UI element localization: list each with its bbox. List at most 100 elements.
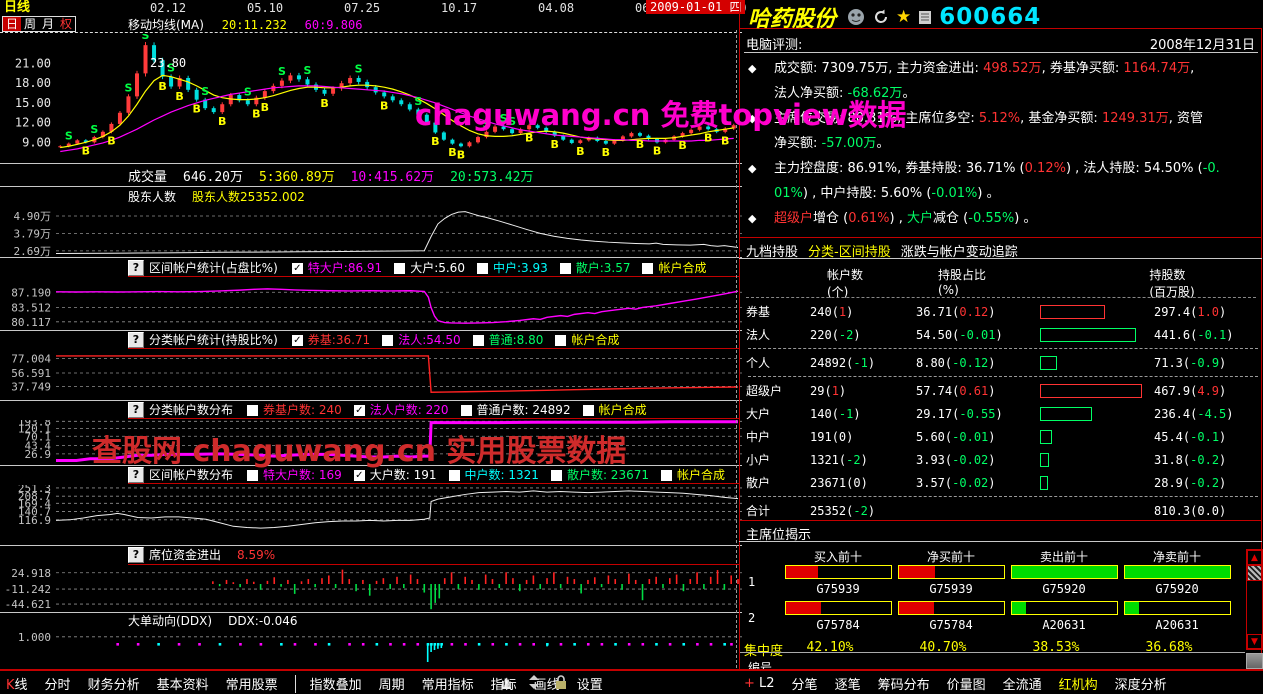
resize-corner[interactable] xyxy=(1246,653,1263,669)
lock-icon[interactable] xyxy=(554,674,568,690)
watermark-topview: chaguwang.cn 免费topview数据 xyxy=(415,98,907,132)
legend-label: 法人户数: 220 xyxy=(369,402,449,417)
menu-item-+ L2[interactable]: + L2 xyxy=(744,676,775,691)
seat-bar xyxy=(1011,565,1118,579)
text-segment: 价量图 xyxy=(946,678,986,693)
refresh-icon[interactable] xyxy=(872,8,890,26)
menu-item-红机构[interactable]: 红机构 xyxy=(1059,674,1098,693)
text-segment: ) xyxy=(846,429,854,444)
hand-tool-icon[interactable] xyxy=(498,674,514,690)
checkbox[interactable] xyxy=(247,469,259,481)
volume-readout-item: 5:360.89万 xyxy=(258,170,335,185)
text-segment: 。 xyxy=(876,136,890,151)
menu-item-深度分析[interactable]: 深度分析 xyxy=(1115,674,1167,693)
menu-item-逐笔[interactable]: 逐笔 xyxy=(835,674,861,693)
menu-item-全流通[interactable]: 全流通 xyxy=(1003,674,1042,693)
document-icon[interactable] xyxy=(917,8,933,26)
menu-item-筹码分布[interactable]: 筹码分布 xyxy=(878,674,930,693)
seat-bar xyxy=(1124,565,1231,579)
help-icon[interactable]: ? xyxy=(128,332,144,348)
checkbox[interactable] xyxy=(476,262,488,274)
text-segment: -0.01 xyxy=(959,327,996,342)
seat-code: G75784 xyxy=(929,618,973,632)
menu-item-设置[interactable]: 设置 xyxy=(577,674,603,693)
legend-label: 股东人数25352.002 xyxy=(192,190,305,204)
text-segment: 140 xyxy=(810,406,832,421)
opera-mask-icon[interactable] xyxy=(846,7,866,27)
text-segment: 分笔 xyxy=(791,678,818,693)
checkbox[interactable] xyxy=(642,262,654,274)
menu-item-价量图[interactable]: 价量图 xyxy=(947,674,986,693)
checkbox[interactable] xyxy=(661,469,672,481)
menu-item-周期[interactable]: 周期 xyxy=(379,674,405,693)
text-segment: -0.2 xyxy=(1190,475,1220,490)
checkbox[interactable] xyxy=(448,469,460,481)
text-segment: 减仓 ( xyxy=(933,211,969,226)
holder-row-散户: 散户 23671(0) 3.57(-0.02) 28.9(-0.2) xyxy=(746,471,1258,494)
text-segment: 指数叠加 xyxy=(309,678,362,693)
checkbox-checked[interactable]: ✓ xyxy=(291,262,303,274)
text-segment: -0. xyxy=(1202,161,1220,176)
row-divider xyxy=(748,348,1258,349)
checkbox[interactable] xyxy=(382,334,394,346)
svg-text:87.190: 87.190 xyxy=(11,286,51,299)
menu-item-基本资料[interactable]: 基本资料 xyxy=(157,674,209,693)
menu-item-K线[interactable]: K线 xyxy=(6,674,28,693)
svg-text:B: B xyxy=(636,138,644,151)
help-icon[interactable]: ? xyxy=(128,402,144,418)
menu-item-财务分析[interactable]: 财务分析 xyxy=(88,674,140,693)
axis-date-label: 05.10 xyxy=(247,1,284,15)
scrollbar[interactable]: ▲ ▼ xyxy=(1246,549,1263,650)
scrollbar-thumb[interactable] xyxy=(1247,565,1262,581)
scroll-down-arrow[interactable]: ▼ xyxy=(1247,634,1262,649)
menu-item-分时[interactable]: 分时 xyxy=(45,674,71,693)
svg-text:-11.242: -11.242 xyxy=(5,583,51,596)
volume-readout-item: 646.20万 xyxy=(183,170,243,185)
star-icon[interactable]: ★ xyxy=(896,7,911,27)
strip-label: 编号 xyxy=(748,661,773,669)
seat-code: G75939 xyxy=(816,582,860,596)
svg-text:S: S xyxy=(244,85,252,98)
toolbar-right: + L2 分笔 逐笔 筹码分布 价量图 全流通 红机构 深度分析 xyxy=(744,674,1184,693)
tab-period-日[interactable]: 日 xyxy=(3,17,22,31)
text-segment: ) xyxy=(867,355,876,370)
help-icon[interactable]: ? xyxy=(128,547,144,563)
svg-text:B: B xyxy=(82,144,90,157)
panel-title: 分类帐户统计(持股比%) xyxy=(149,332,278,347)
menu-item-常用指标[interactable]: 常用指标 xyxy=(422,674,474,693)
help-icon[interactable]: ? xyxy=(128,260,144,276)
svg-text:2.69万: 2.69万 xyxy=(14,245,52,257)
svg-text:S: S xyxy=(355,63,363,76)
checkbox[interactable] xyxy=(559,262,571,274)
menu-item-指数叠加[interactable]: 指数叠加 xyxy=(310,674,362,693)
axis-date-label: 04.08 xyxy=(538,1,575,15)
text-segment: 周期 xyxy=(378,678,405,693)
scroll-up-arrow[interactable]: ▲ xyxy=(1247,550,1262,565)
volume-readout: 成交量 646.20万 5:360.89万 10:415.62万 20:573.42万 xyxy=(128,166,550,185)
tab-period-月[interactable]: 月 xyxy=(39,17,57,31)
checkbox-checked[interactable]: ✓ xyxy=(353,469,365,481)
tab-period-权[interactable]: 权 xyxy=(57,17,75,31)
text-segment: ( xyxy=(831,327,839,342)
svg-text:56.591: 56.591 xyxy=(11,367,51,380)
text-segment: ) xyxy=(867,503,876,518)
checkbox-checked[interactable]: ✓ xyxy=(353,404,365,416)
checkbox-checked[interactable]: ✓ xyxy=(291,334,303,346)
updown-arrows-icon[interactable] xyxy=(528,674,540,690)
svg-text:80.117: 80.117 xyxy=(11,316,51,329)
checkbox[interactable] xyxy=(582,404,594,416)
menu-item-分笔[interactable]: 分笔 xyxy=(792,674,818,693)
svg-text:S: S xyxy=(278,65,286,78)
checkbox[interactable] xyxy=(460,404,472,416)
checkbox[interactable] xyxy=(394,262,406,274)
text-segment: 全流通 xyxy=(1002,678,1042,693)
divider xyxy=(746,297,1256,298)
checkbox[interactable] xyxy=(247,404,259,416)
text-segment: ) xyxy=(838,383,847,398)
checkbox[interactable] xyxy=(472,334,484,346)
checkbox[interactable] xyxy=(555,334,567,346)
tab-period-周[interactable]: 周 xyxy=(21,17,39,31)
holding-bar xyxy=(1040,406,1092,421)
checkbox[interactable] xyxy=(550,469,562,481)
menu-item-常用股票[interactable]: 常用股票 xyxy=(226,674,278,693)
